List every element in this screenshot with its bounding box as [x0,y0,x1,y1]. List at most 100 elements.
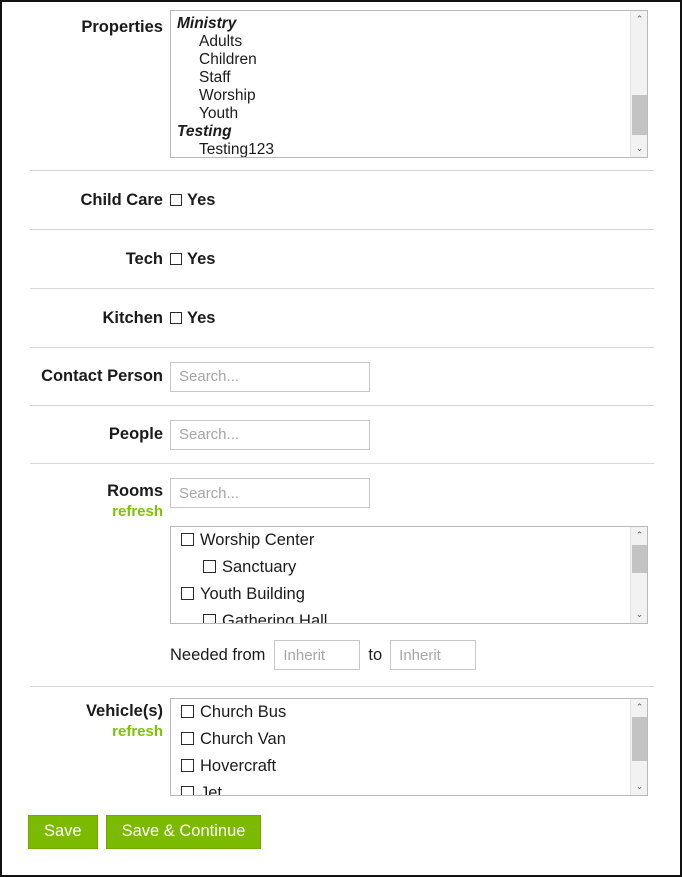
scrollbar-thumb[interactable] [632,95,647,135]
rooms-list-item[interactable]: Youth Building [171,581,630,608]
form-action-bar: Save Save & Continue [2,815,680,849]
vehicles-list-item-label: Jet [200,784,222,795]
vehicles-label: Vehicle(s) [86,702,163,720]
checkbox-icon[interactable] [181,786,194,795]
properties-option-group: Ministry [171,15,630,33]
properties-option[interactable]: Youth [171,105,630,123]
rooms-list-item-label: Sanctuary [222,558,296,576]
vehicles-list-item-label: Church Bus [200,703,286,721]
scroll-up-icon[interactable]: ⌃ [631,699,648,716]
checkbox-icon[interactable] [181,533,194,546]
rooms-list-item-label: Gathering Hall [222,612,327,623]
row-contact-person: Contact Person [2,348,680,405]
checkbox-icon[interactable] [181,587,194,600]
properties-label-col: Properties [2,10,170,37]
checkbox-icon[interactable] [170,194,182,206]
vehicles-label-col: Vehicle(s) refresh [2,698,170,740]
tech-checkbox-label: Yes [187,251,215,268]
rooms-list-item[interactable]: Gathering Hall [171,608,630,623]
scrollbar-thumb[interactable] [632,717,647,761]
properties-option[interactable]: Worship [171,87,630,105]
tech-checkbox-row[interactable]: Yes [170,251,680,268]
scroll-down-icon[interactable]: ⌄ [631,606,648,623]
scrollbar-thumb[interactable] [632,545,647,573]
needed-datetime-row: Needed from to [170,640,680,670]
kitchen-field-col: Yes [170,310,680,327]
row-child-care: Child Care Yes [2,171,680,229]
scroll-up-icon[interactable]: ⌃ [631,527,648,544]
vehicles-field-col: Church Bus Church Van Hovercraft Jet [170,698,680,796]
checkbox-icon[interactable] [170,312,182,324]
rooms-search-input[interactable] [170,478,370,508]
vehicles-list-item[interactable]: Hovercraft [171,753,630,780]
rooms-label: Rooms [107,482,163,500]
people-label: People [109,425,163,443]
row-rooms: Rooms refresh Worship Center Sanctuary Y… [2,464,680,670]
vehicles-list-item[interactable]: Church Bus [171,699,630,726]
rooms-list-item[interactable]: Worship Center [171,527,630,554]
child-care-checkbox-label: Yes [187,192,215,209]
tech-field-col: Yes [170,251,680,268]
vehicles-list-item-label: Hovercraft [200,757,276,775]
properties-option[interactable]: Children [171,51,630,69]
properties-label: Properties [81,18,163,36]
properties-field-col: Ministry Adults Children Staff Worship Y… [170,10,680,158]
properties-option[interactable]: Testing123 [171,141,630,157]
scroll-down-icon[interactable]: ⌄ [631,140,648,157]
vehicles-list-item[interactable]: Church Van [171,726,630,753]
properties-option[interactable]: Adults [171,33,630,51]
child-care-checkbox-row[interactable]: Yes [170,192,680,209]
properties-option-list: Ministry Adults Children Staff Worship Y… [171,11,630,157]
row-tech: Tech Yes [2,230,680,288]
properties-scrollbar[interactable]: ⌃ ⌄ [630,11,647,157]
save-button[interactable]: Save [28,815,98,849]
checkbox-icon[interactable] [181,705,194,718]
vehicles-scrollbar[interactable]: ⌃ ⌄ [630,699,647,795]
contact-person-label-col: Contact Person [2,367,170,386]
properties-multiselect[interactable]: Ministry Adults Children Staff Worship Y… [170,10,648,158]
kitchen-checkbox-row[interactable]: Yes [170,310,680,327]
vehicles-checkbox-list[interactable]: Church Bus Church Van Hovercraft Jet [170,698,648,796]
rooms-checkbox-list[interactable]: Worship Center Sanctuary Youth Building … [170,526,648,624]
rooms-item-list: Worship Center Sanctuary Youth Building … [171,527,630,623]
kitchen-label-col: Kitchen [2,309,170,328]
checkbox-icon[interactable] [203,560,216,573]
row-vehicles: Vehicle(s) refresh Church Bus Church Van… [2,687,680,796]
kitchen-label: Kitchen [102,309,163,327]
child-care-label: Child Care [80,191,163,209]
needed-to-input[interactable] [390,640,476,670]
checkbox-icon[interactable] [170,253,182,265]
vehicles-refresh-link[interactable]: refresh [2,723,163,740]
checkbox-icon[interactable] [181,732,194,745]
row-people: People [2,406,680,463]
form-page: Properties Ministry Adults Children Staf… [0,0,682,877]
needed-to-label: to [368,646,382,665]
properties-option[interactable]: Staff [171,69,630,87]
event-details-form: Properties Ministry Adults Children Staf… [2,2,680,875]
scroll-down-icon[interactable]: ⌄ [631,778,648,795]
contact-person-field-col [170,362,680,392]
vehicles-list-item[interactable]: Jet [171,780,630,795]
child-care-field-col: Yes [170,192,680,209]
people-label-col: People [2,425,170,444]
rooms-refresh-link[interactable]: refresh [2,503,163,520]
scroll-up-icon[interactable]: ⌃ [631,11,648,28]
checkbox-icon[interactable] [203,614,216,623]
rooms-scrollbar[interactable]: ⌃ ⌄ [630,527,647,623]
rooms-list-item[interactable]: Sanctuary [171,554,630,581]
properties-option-group: Testing [171,123,630,141]
needed-from-input[interactable] [274,640,360,670]
row-properties: Properties Ministry Adults Children Staf… [2,2,680,158]
contact-person-search-input[interactable] [170,362,370,392]
tech-label: Tech [126,250,163,268]
needed-from-label: Needed from [170,646,265,665]
contact-person-label: Contact Person [41,367,163,385]
kitchen-checkbox-label: Yes [187,310,215,327]
people-search-input[interactable] [170,420,370,450]
save-and-continue-button[interactable]: Save & Continue [106,815,262,849]
vehicles-list-item-label: Church Van [200,730,286,748]
row-kitchen: Kitchen Yes [2,289,680,347]
checkbox-icon[interactable] [181,759,194,772]
tech-label-col: Tech [2,250,170,269]
rooms-list-item-label: Youth Building [200,585,305,603]
